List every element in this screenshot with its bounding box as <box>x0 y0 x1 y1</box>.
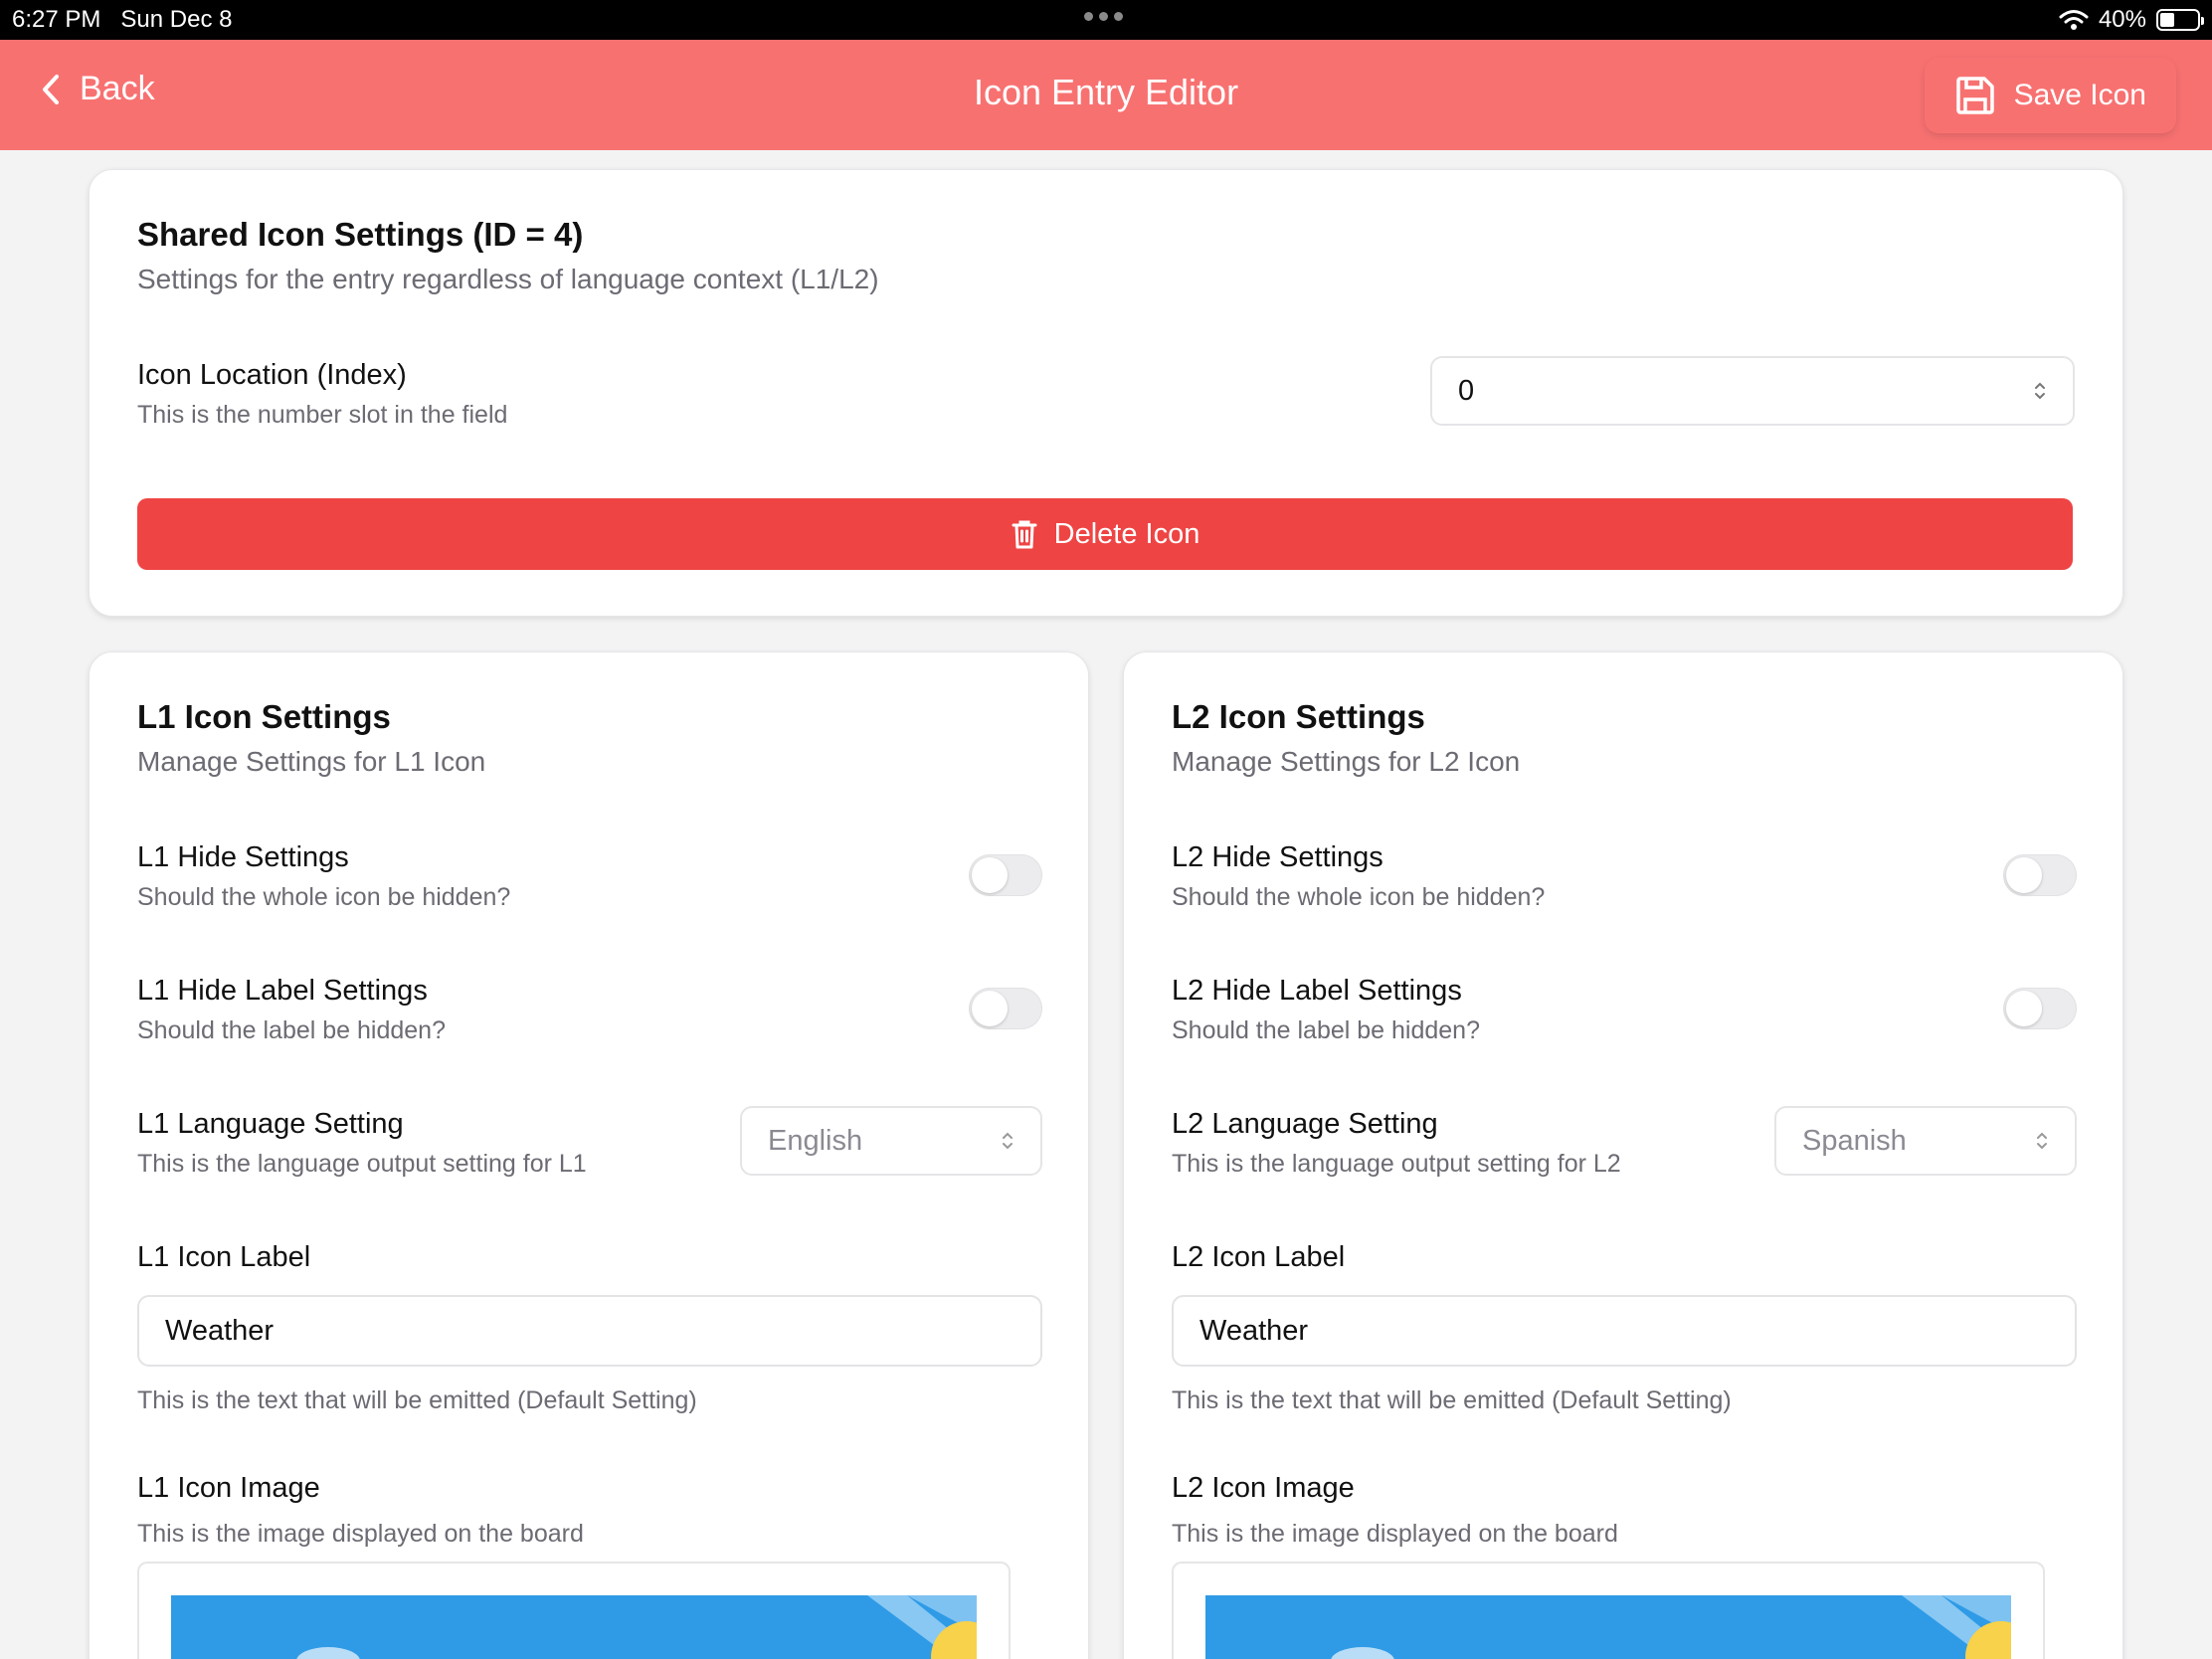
l2-subtitle: Manage Settings for L2 Icon <box>1172 746 1521 777</box>
l2-language-label: L2 Language Setting <box>1172 1108 1438 1140</box>
location-label: Icon Location (Index) <box>137 359 407 391</box>
location-select[interactable]: 0 <box>1430 356 2075 426</box>
l1-hide-label-label: L1 Hide Label Settings <box>137 975 428 1007</box>
l1-icon-label-description: This is the text that will be emitted (D… <box>137 1386 697 1414</box>
l1-subtitle: Manage Settings for L1 Icon <box>137 746 486 777</box>
l1-title: L1 Icon Settings <box>137 698 391 735</box>
save-icon-button[interactable]: Save Icon <box>1924 58 2176 133</box>
l2-language-description: This is the language output setting for … <box>1172 1150 1621 1178</box>
l2-image-description: This is the image displayed on the board <box>1172 1520 1618 1548</box>
l2-hide-description: Should the whole icon be hidden? <box>1172 883 1546 911</box>
l2-hide-label: L2 Hide Settings <box>1172 841 1383 873</box>
l2-hide-label-label: L2 Hide Label Settings <box>1172 975 1462 1007</box>
l2-icon-image[interactable] <box>1172 1562 2045 1659</box>
wifi-icon <box>2059 10 2089 30</box>
l2-title: L2 Icon Settings <box>1172 698 1425 735</box>
page-title: Icon Entry Editor <box>973 72 1239 112</box>
location-value: 0 <box>1458 374 1475 407</box>
l1-hide-label: L1 Hide Settings <box>137 841 349 873</box>
status-bar: 6:27 PM Sun Dec 8 40% <box>0 0 2212 40</box>
status-time: 6:27 PM Sun Dec 8 <box>12 6 233 33</box>
battery-icon <box>2156 9 2204 31</box>
trash-icon <box>1012 520 1037 549</box>
l1-language-value: English <box>768 1124 863 1157</box>
l2-language-value: Spanish <box>1802 1124 1907 1157</box>
l1-icon-label-label: L1 Icon Label <box>137 1241 311 1273</box>
l1-settings-card: L1 Icon Settings Manage Settings for L1 … <box>89 651 1089 1659</box>
delete-label: Delete Icon <box>1053 517 1200 550</box>
multitasking-dots-icon[interactable] <box>1084 12 1123 21</box>
l1-hide-toggle[interactable] <box>969 854 1042 896</box>
shared-settings-card: Shared Icon Settings (ID = 4) Settings f… <box>89 169 2123 617</box>
l2-hide-toggle[interactable] <box>2003 854 2077 896</box>
l2-language-select[interactable]: Spanish <box>1774 1106 2077 1176</box>
l2-icon-label-description: This is the text that will be emitted (D… <box>1172 1386 1732 1414</box>
l1-language-description: This is the language output setting for … <box>137 1150 587 1178</box>
l2-image-label: L2 Icon Image <box>1172 1472 1355 1504</box>
weather-image <box>171 1595 977 1659</box>
l2-icon-label-input[interactable]: Weather <box>1172 1295 2077 1367</box>
shared-title: Shared Icon Settings (ID = 4) <box>137 216 584 253</box>
l1-language-select[interactable]: English <box>740 1106 1042 1176</box>
status-right: 40% <box>2059 6 2204 34</box>
chevron-up-down-icon <box>2037 1132 2047 1150</box>
l1-hide-description: Should the whole icon be hidden? <box>137 883 511 911</box>
weather-image <box>1205 1595 2011 1659</box>
l1-hide-label-toggle[interactable] <box>969 988 1042 1029</box>
save-icon <box>1955 77 1994 114</box>
l1-image-description: This is the image displayed on the board <box>137 1520 584 1548</box>
shared-subtitle: Settings for the entry regardless of lan… <box>137 264 879 294</box>
chevron-up-down-icon <box>1003 1132 1013 1150</box>
l1-language-label: L1 Language Setting <box>137 1108 404 1140</box>
app-header: Back Icon Entry Editor Save Icon <box>0 40 2212 150</box>
location-description: This is the number slot in the field <box>137 401 508 429</box>
delete-icon-button[interactable]: Delete Icon <box>137 498 2073 570</box>
l2-icon-label-label: L2 Icon Label <box>1172 1241 1346 1273</box>
l2-hide-label-toggle[interactable] <box>2003 988 2077 1029</box>
l1-image-label: L1 Icon Image <box>137 1472 320 1504</box>
l1-icon-label-input[interactable]: Weather <box>137 1295 1042 1367</box>
l1-icon-image[interactable] <box>137 1562 1011 1659</box>
l2-settings-card: L2 Icon Settings Manage Settings for L2 … <box>1123 651 2123 1659</box>
battery-percent: 40% <box>2098 6 2146 33</box>
l1-hide-label-description: Should the label be hidden? <box>137 1016 446 1044</box>
chevron-up-down-icon <box>2035 382 2045 400</box>
save-label: Save Icon <box>2013 79 2146 111</box>
l2-hide-label-description: Should the label be hidden? <box>1172 1016 1480 1044</box>
